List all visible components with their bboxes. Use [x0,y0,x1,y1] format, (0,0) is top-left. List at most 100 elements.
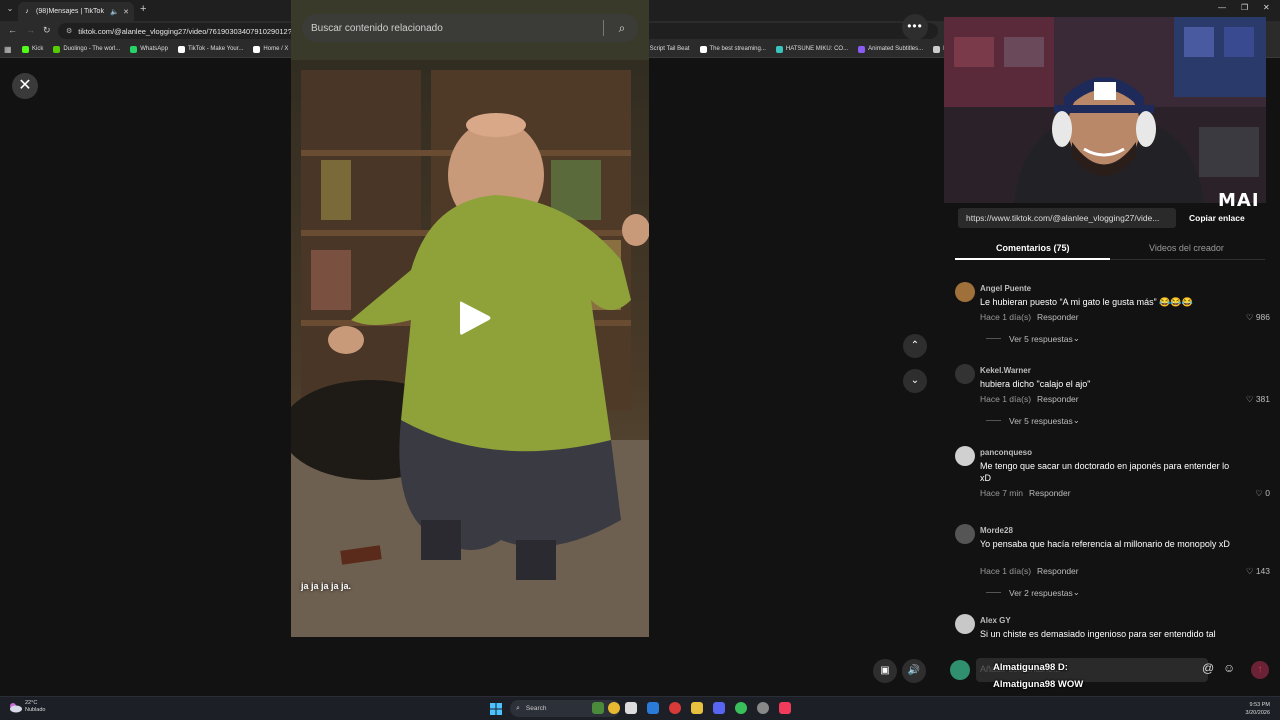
comment-item: Kekel.Warner hubiera dicho "calajo el ajo… [944,362,1280,442]
avatar[interactable] [955,446,975,466]
comment-item: Morde28 Yo pensaba que hacía referencia a… [944,522,1280,602]
bookmark-item[interactable]: Kick [22,45,43,53]
comment-list[interactable]: Angel Puente Le hubieran puesto “A mi gat… [944,280,1280,644]
settings-icon[interactable] [757,702,769,714]
search-icon[interactable]: ⌕ [612,21,632,36]
bookmark-item[interactable]: Home / X [253,45,289,53]
view-replies-button[interactable]: Ver 5 respuestas ⌄ [986,415,1080,426]
view-replies-button[interactable]: Ver 2 respuestas ⌄ [986,587,1080,598]
bookmark-label: The best streaming... [709,46,766,52]
avatar[interactable] [955,282,975,302]
view-replies-button[interactable]: Ver 5 respuestas ⌄ [986,333,1080,344]
weather-widget[interactable]: 22°C Nublado [8,700,46,714]
back-icon[interactable]: ← [8,25,17,35]
widgets-app-icon[interactable] [592,702,604,714]
heart-icon: ♡ [1245,394,1256,404]
comment-meta: Hace 7 min Responder [980,488,1071,498]
bookmark-favicon-icon [22,45,29,53]
search-icon: ⌕ [516,704,520,712]
tab-search-icon[interactable]: ⌄ [4,4,16,16]
copy-link-button[interactable]: Copiar enlace [1189,213,1245,223]
system-clock[interactable]: 9:53 PM 3/20/2026 [1246,701,1270,717]
view-replies-label: Ver 2 respuestas [1009,587,1073,598]
site-info-icon[interactable]: ⚙ [66,27,72,35]
play-icon[interactable] [454,298,494,338]
browser-tab[interactable]: ♪ (98)Mensajes | TikTok 🔈 ✕ [18,2,134,21]
chevron-down-icon: ⌄ [1072,415,1080,425]
comment-meta: Hace 1 día(s) Responder [980,312,1079,322]
close-video-button[interactable]: ✕ [12,73,38,99]
comment-text: Me tengo que sacar un doctorado en japon… [980,461,1230,483]
reply-button[interactable]: Responder [1037,312,1079,322]
emoji-icon[interactable]: ☺ [1223,661,1235,675]
bookmark-favicon-icon [130,45,138,53]
mention-icon[interactable]: @ [1202,661,1214,675]
edge-icon[interactable] [647,702,659,714]
tab-creator-videos[interactable]: Videos del creador [1149,243,1224,253]
discord-icon[interactable] [713,702,725,714]
streamer-webcam [944,17,1266,203]
related-search-field[interactable]: Buscar contenido relacionado ⌕ [302,14,638,42]
bookmark-favicon-icon [177,45,185,53]
reply-button[interactable]: Responder [1037,566,1079,576]
send-comment-button[interactable]: ↑ [1251,661,1269,679]
comment-meta: Hace 1 día(s) Responder [980,566,1079,576]
bookmark-label: TikTok - Make Your... [187,46,244,52]
bookmark-item[interactable]: WhatsApp [130,45,168,53]
forward-icon[interactable]: → [26,25,35,35]
miniplayer-icon[interactable]: ▣ [873,659,897,683]
bookmark-item[interactable]: Duolingo - The worl... [53,45,121,53]
file-explorer-icon[interactable] [691,702,703,714]
app-icon[interactable] [669,702,681,714]
tab-audio-icon[interactable]: 🔈 [110,8,119,16]
bookmark-item[interactable]: TikTok - Make Your... [177,45,244,53]
comment-author[interactable]: Angel Puente [980,284,1031,293]
avatar [950,660,970,680]
comment-author[interactable]: Kekel.Warner [980,366,1031,375]
music-app-icon[interactable] [779,702,791,714]
like-count: 381 [1255,394,1270,404]
window-close-icon[interactable]: ✕ [1263,3,1270,12]
heart-icon: ♡ [1245,566,1256,576]
heart-icon: ♡ [1255,488,1266,498]
like-button[interactable]: ♡ 143 [1246,566,1270,577]
new-tab-button[interactable]: + [140,3,146,15]
reply-button[interactable]: Responder [1029,488,1071,498]
bookmark-favicon-icon [858,45,866,53]
bookmark-item[interactable]: HATSUNE MIKU: CO... [775,45,848,53]
like-count: 0 [1265,488,1270,498]
comment-time: Hace 1 día(s) [980,312,1032,322]
share-link-field[interactable]: https://www.tiktok.com/@alanlee_vlogging… [958,208,1176,228]
avatar[interactable] [955,364,975,384]
windows-start-icon[interactable] [490,703,502,715]
avatar[interactable] [955,614,975,634]
next-video-button[interactable]: ⌄ [903,369,927,393]
bookmark-label: Home / X [263,46,289,52]
bookmark-item[interactable]: Animated Subtitles... [858,45,923,53]
previous-video-button[interactable]: ⌃ [903,334,927,358]
replies-divider [986,420,1001,421]
app-icon[interactable] [608,702,620,714]
tab-close-icon[interactable]: ✕ [123,8,129,16]
maximize-icon[interactable]: ❐ [1241,3,1248,12]
minimize-icon[interactable]: — [1218,3,1226,12]
like-button[interactable]: ♡ 986 [1246,312,1270,323]
like-button[interactable]: ♡ 0 [1255,488,1270,499]
reload-icon[interactable]: ↻ [43,25,51,36]
more-options-button[interactable]: ••• [902,14,928,40]
comment-author[interactable]: Alex GY [980,616,1011,625]
chrome-icon[interactable] [735,702,747,714]
like-button[interactable]: ♡ 381 [1246,394,1270,405]
task-view-icon[interactable] [625,702,637,714]
comment-author[interactable]: Morde28 [980,526,1013,535]
avatar[interactable] [955,524,975,544]
volume-icon[interactable]: 🔊 [902,659,926,683]
tab-comments[interactable]: Comentarios (75) [996,243,1070,253]
chevron-down-icon: ⌄ [1072,333,1080,343]
reply-button[interactable]: Responder [1037,394,1079,404]
bookmark-label: Duolingo - The worl... [63,46,121,52]
comment-author[interactable]: panconqueso [980,448,1032,457]
bookmark-item[interactable]: The best streaming... [699,45,766,53]
apps-grid-icon[interactable]: ▦ [4,45,12,54]
comment-text: Si un chiste es demasiado ingenioso para… [980,629,1216,639]
